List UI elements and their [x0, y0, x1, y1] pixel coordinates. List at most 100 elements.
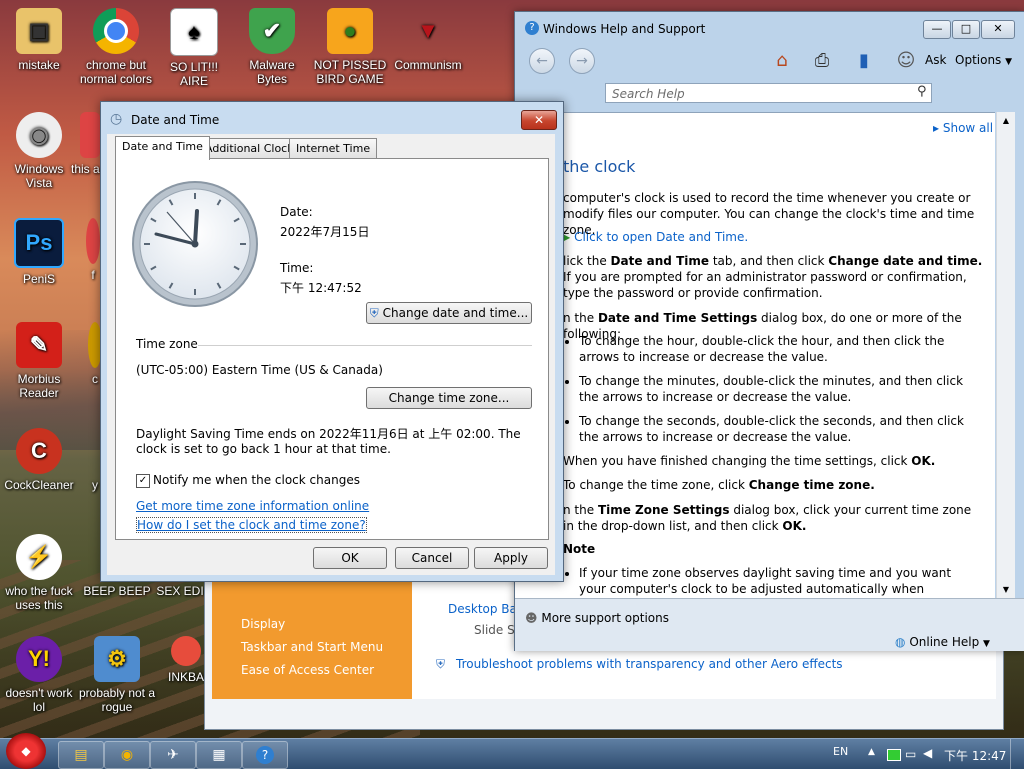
- dialog-body: Date and Time Additional Clocks Internet…: [107, 134, 555, 575]
- ask-icon[interactable]: ☺: [895, 50, 917, 72]
- help-icon: ?: [525, 21, 539, 35]
- folder-icon: ▤: [74, 747, 88, 763]
- network-icon[interactable]: ▭: [905, 747, 916, 761]
- tray-arrow-icon[interactable]: ▲: [868, 747, 875, 757]
- change-time-zone-button[interactable]: Change time zone...: [366, 387, 532, 409]
- show-all-link[interactable]: ▸ Show all: [933, 121, 993, 135]
- solitaire-icon: ♠: [170, 8, 218, 56]
- options-button[interactable]: Options ▼: [955, 53, 1012, 67]
- maximize-button[interactable]: □: [952, 20, 980, 39]
- desktop-icon-solit[interactable]: ♠ SO LIT!!! AIRE: [155, 8, 233, 88]
- show-desktop-button[interactable]: [1010, 739, 1023, 769]
- more-support-button[interactable]: ☻ More support options: [525, 611, 669, 625]
- program-folder-icon: ▣: [16, 8, 62, 54]
- scroll-down-icon[interactable]: ▼: [997, 585, 1015, 594]
- time-zone-divider: [198, 345, 532, 346]
- time-zone-info-link[interactable]: Get more time zone information online: [136, 499, 369, 513]
- minimize-button[interactable]: —: [923, 20, 951, 39]
- list-item: To change the minutes, double-click the …: [579, 373, 969, 405]
- help-step-5: n the Time Zone Settings dialog box, cli…: [563, 503, 972, 533]
- date-time-panel: Date: 2022年7月15日 Time: 下午 12:47:52 ⛨ Cha…: [115, 158, 549, 540]
- help-bottom-bar: ☻ More support options ◍ Online Help ▼: [515, 598, 1024, 651]
- taskbar-clock[interactable]: 下午 12:47: [944, 747, 1006, 764]
- search-icon[interactable]: ⚲: [917, 84, 927, 99]
- close-button[interactable]: ✕: [981, 20, 1015, 39]
- taskbar-help[interactable]: ?: [242, 741, 288, 769]
- battery-icon[interactable]: [887, 749, 901, 761]
- taskbar-chrome[interactable]: ◉: [104, 741, 150, 769]
- lightning-icon: ⚡: [16, 534, 62, 580]
- help-titlebar[interactable]: ? Windows Help and Support — □ ✕: [515, 12, 1024, 46]
- help-step-1: lick the Date and Time tab, and then cli…: [563, 254, 983, 300]
- help-bullet-list: To change the hour, double-click the hou…: [561, 325, 969, 445]
- people-icon: ☻: [525, 611, 538, 625]
- taskbar-app[interactable]: ✈: [150, 741, 196, 769]
- open-date-time-link[interactable]: ▶ Click to open Date and Time.: [561, 230, 748, 244]
- troubleshoot-link[interactable]: Troubleshoot problems with transparency …: [456, 657, 843, 671]
- help-note-list: If your time zone observes daylight savi…: [561, 559, 969, 599]
- desktop-icon-cockcleaner[interactable]: C CockCleaner: [0, 428, 78, 492]
- photoshop-icon: Ps: [14, 218, 64, 268]
- time-label: Time:: [280, 261, 314, 275]
- ok-button[interactable]: OK: [313, 547, 387, 569]
- ask-button[interactable]: Ask: [925, 53, 946, 67]
- chrome-icon: ◉: [120, 747, 134, 763]
- desktop-icon-who-uses-this[interactable]: ⚡ who the fuck uses this: [0, 534, 78, 612]
- hour-hand: [193, 209, 199, 246]
- desktop-icon-chrome[interactable]: chrome but normal colors: [77, 8, 155, 86]
- forward-button[interactable]: →: [569, 48, 595, 74]
- control-panel-icon: ▦: [212, 747, 226, 763]
- start-button[interactable]: ◆: [6, 733, 46, 769]
- desktop-icon-penis[interactable]: Ps PeniS: [0, 218, 78, 286]
- desktop-icon-windows-vista[interactable]: ◉ Windows Vista: [0, 112, 78, 190]
- sidebar-link-taskbar[interactable]: Taskbar and Start Menu: [241, 640, 383, 654]
- help-window-title: Windows Help and Support: [543, 22, 706, 36]
- apply-button[interactable]: Apply: [474, 547, 548, 569]
- change-date-time-button[interactable]: ⛨ Change date and time...: [366, 302, 532, 324]
- sidebar-link-ease-of-access[interactable]: Ease of Access Center: [241, 663, 374, 677]
- desktop-icon-rogue[interactable]: ⚙ probably not a rogue: [78, 636, 156, 714]
- dialog-titlebar[interactable]: ◷ Date and Time ✕: [101, 102, 563, 134]
- back-button[interactable]: ←: [529, 48, 555, 74]
- how-to-set-clock-link[interactable]: How do I set the clock and time zone?: [136, 517, 367, 533]
- home-icon[interactable]: ⌂: [771, 50, 793, 72]
- desktop-icon-mistake[interactable]: ▣ mistake: [0, 8, 78, 72]
- emblem-icon: ▼: [417, 18, 439, 43]
- desktop-icon-bird-game[interactable]: ● NOT PISSED BIRD GAME: [311, 8, 389, 86]
- shield-icon: ⛨: [436, 657, 446, 671]
- chevron-down-icon: ▼: [1005, 57, 1013, 67]
- partial-icon: [80, 112, 100, 158]
- yahoo-icon: Y!: [16, 636, 62, 682]
- desktop-icon-communism[interactable]: ▼ Communism: [389, 8, 467, 73]
- search-input[interactable]: Search Help: [605, 83, 932, 103]
- bucket-icon: ◉: [16, 112, 62, 158]
- list-item: To change the seconds, double-click the …: [579, 413, 969, 445]
- help-scrollbar[interactable]: ▲ ▼: [996, 112, 1015, 598]
- notify-checkbox[interactable]: ✓: [136, 474, 150, 488]
- sidebar-link-display[interactable]: Display: [241, 617, 285, 631]
- scroll-up-icon[interactable]: ▲: [997, 116, 1015, 125]
- desktop-icon-morbius-reader[interactable]: ✎ Morbius Reader: [0, 322, 78, 400]
- tab-internet-time[interactable]: Internet Time: [289, 138, 378, 159]
- cancel-button[interactable]: Cancel: [395, 547, 469, 569]
- print-icon[interactable]: ⎙: [811, 50, 833, 72]
- date-label: Date:: [280, 205, 313, 219]
- dialog-close-button[interactable]: ✕: [521, 110, 557, 130]
- partial-icon: [86, 218, 100, 264]
- online-help-button[interactable]: ◍ Online Help ▼: [895, 635, 990, 649]
- tab-date-and-time[interactable]: Date and Time: [115, 136, 210, 160]
- browse-help-icon[interactable]: ▮: [853, 50, 875, 72]
- taskbar-explorer[interactable]: ▤: [58, 741, 104, 769]
- globe-icon: ◍: [895, 635, 906, 649]
- desktop-icon-doesnt-work[interactable]: Y! doesn't work lol: [0, 636, 78, 714]
- notify-label: Notify me when the clock changes: [153, 473, 360, 487]
- time-zone-value: (UTC-05:00) Eastern Time (US & Canada): [136, 363, 383, 377]
- desktop-icon-malwarebytes[interactable]: ✔ Malware Bytes: [233, 8, 311, 86]
- volume-icon[interactable]: ◀: [923, 746, 932, 760]
- chevron-down-icon: ▼: [983, 639, 990, 649]
- help-window: ? Windows Help and Support — □ ✕ ← → ⌂ ⎙…: [514, 11, 1024, 651]
- time-zone-heading: Time zone: [136, 337, 198, 351]
- help-note-heading: Note: [563, 542, 596, 556]
- taskbar-control-panel[interactable]: ▦: [196, 741, 242, 769]
- language-indicator[interactable]: EN: [833, 745, 848, 758]
